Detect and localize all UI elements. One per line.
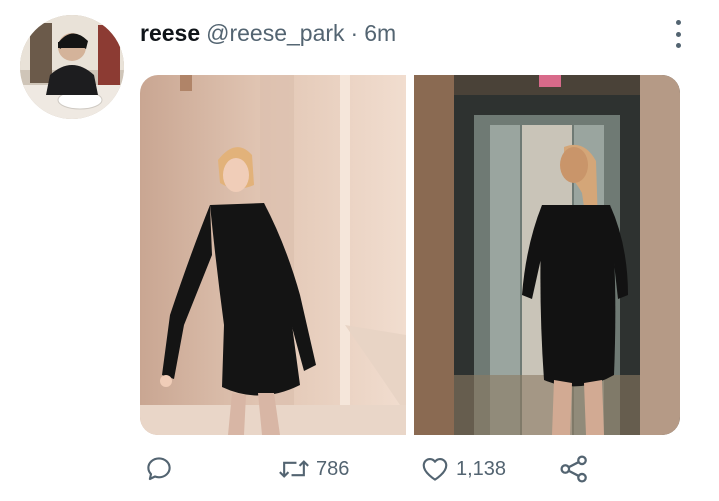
timestamp[interactable]: 6m (364, 20, 396, 47)
retweet-button[interactable]: 786 (278, 452, 349, 486)
separator-dot: · (350, 19, 359, 46)
retweet-count: 786 (316, 457, 350, 480)
like-count: 1,138 (456, 457, 507, 480)
photo-2[interactable] (414, 75, 680, 435)
reply-icon (147, 457, 171, 481)
more-options-icon[interactable] (666, 20, 690, 48)
avatar-photo (20, 15, 124, 119)
photo-1[interactable] (140, 75, 406, 435)
share-button[interactable] (558, 452, 590, 486)
avatar[interactable] (20, 15, 124, 119)
tweet-header: reese @reese_park · 6m (140, 18, 396, 48)
tweet-actions: 786 1,138 (140, 452, 620, 486)
retweet-icon (279, 460, 309, 478)
heart-icon (422, 457, 448, 481)
share-icon (560, 455, 587, 483)
media-grid (140, 75, 680, 435)
reply-button[interactable] (144, 452, 180, 486)
display-name[interactable]: reese (140, 20, 200, 47)
like-button[interactable]: 1,138 (420, 452, 506, 486)
user-handle[interactable]: @reese_park (206, 20, 344, 47)
